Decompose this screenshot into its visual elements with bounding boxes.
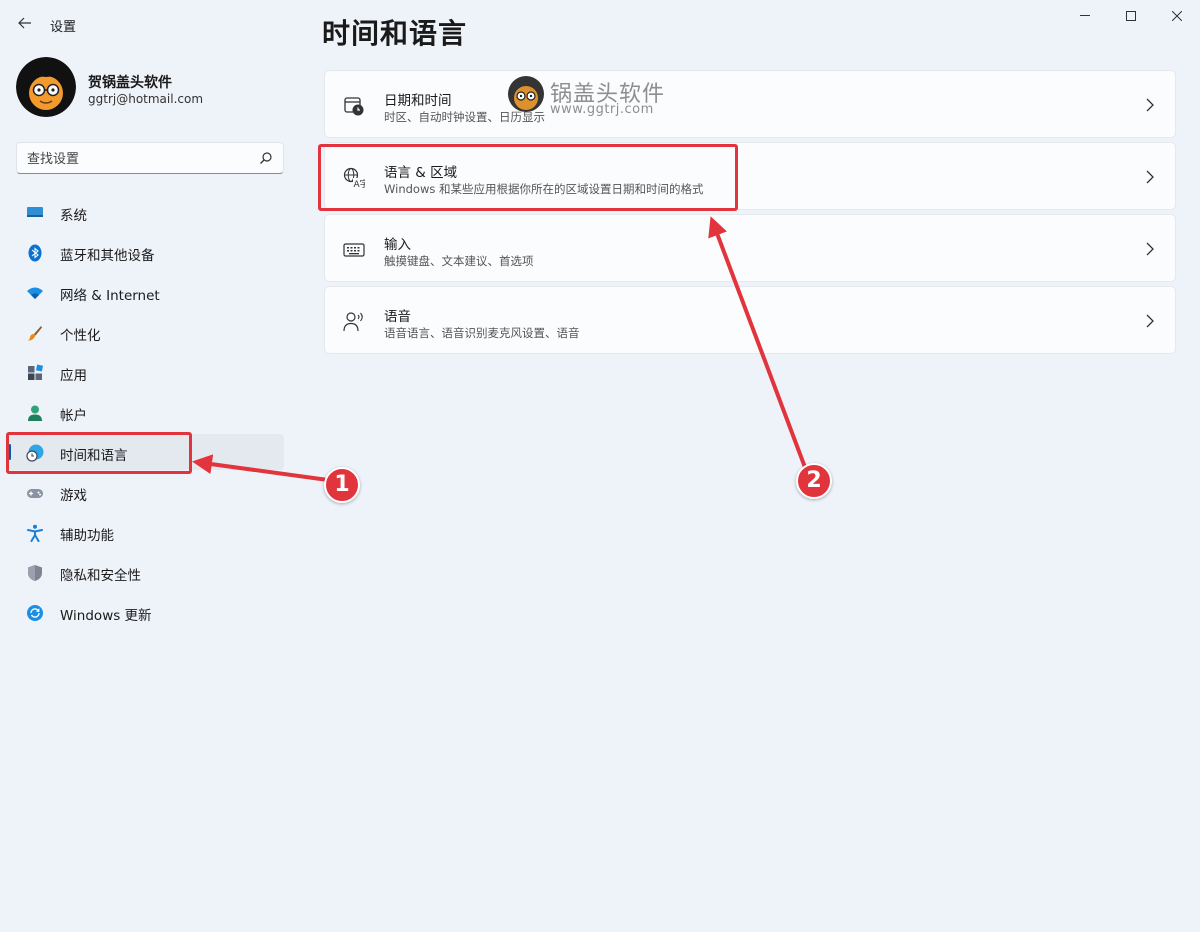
sidebar-item-personalization[interactable]: 个性化 bbox=[8, 314, 284, 350]
card-title: 语音 bbox=[384, 309, 411, 325]
search-box[interactable] bbox=[16, 142, 284, 174]
chevron-right-icon bbox=[1146, 98, 1154, 112]
chevron-right-icon bbox=[1146, 170, 1154, 184]
back-button[interactable] bbox=[12, 10, 38, 36]
sidebar-item-label: Windows 更新 bbox=[60, 608, 152, 624]
sidebar-item-privacy[interactable]: 隐私和安全性 bbox=[8, 554, 284, 590]
avatar-cartoon-image bbox=[16, 57, 76, 117]
chevron-right-icon bbox=[1146, 314, 1154, 328]
person-icon bbox=[28, 405, 42, 421]
search-input[interactable] bbox=[27, 149, 247, 169]
card-date-time[interactable]: 日期和时间 时区、自动时钟设置、日历显示 bbox=[324, 70, 1176, 138]
title-bar: 设置 bbox=[0, 0, 1200, 48]
card-speech[interactable]: 语音 语音语言、语音识别麦克风设置、语音 bbox=[324, 286, 1176, 354]
sidebar-item-label: 辅助功能 bbox=[60, 528, 114, 544]
app-title: 设置 bbox=[50, 20, 77, 35]
profile-email: ggtrj@hotmail.com bbox=[88, 92, 204, 106]
minimize-button[interactable] bbox=[1062, 0, 1108, 32]
sidebar-item-gaming[interactable]: 游戏 bbox=[8, 474, 284, 510]
sidebar-item-bluetooth[interactable]: 蓝牙和其他设备 bbox=[8, 234, 284, 270]
gamepad-icon bbox=[27, 489, 43, 498]
sidebar-item-system[interactable]: 系统 bbox=[8, 194, 284, 230]
sidebar-item-label: 个性化 bbox=[60, 328, 101, 344]
sidebar-item-label: 游戏 bbox=[60, 488, 87, 504]
speech-icon bbox=[343, 312, 363, 332]
sidebar-nav: 系统 蓝牙和其他设备 网络 & Internet 个性化 应用 帐户 时间和语言… bbox=[8, 194, 284, 634]
monitor-icon bbox=[27, 207, 43, 217]
maximize-icon bbox=[1126, 11, 1136, 21]
arrow-left-icon bbox=[18, 17, 31, 29]
sidebar-item-label: 帐户 bbox=[60, 408, 87, 424]
brush-icon bbox=[28, 326, 42, 341]
close-button[interactable] bbox=[1154, 0, 1200, 32]
sidebar-item-label: 应用 bbox=[60, 368, 87, 384]
search-icon[interactable] bbox=[259, 151, 273, 165]
watermark: 锅盖头软件 www.ggtrj.com bbox=[506, 72, 676, 120]
close-icon bbox=[1172, 11, 1182, 21]
chevron-right-icon bbox=[1146, 242, 1154, 256]
sidebar-item-network[interactable]: 网络 & Internet bbox=[8, 274, 284, 310]
update-icon bbox=[27, 605, 43, 621]
avatar[interactable] bbox=[16, 57, 76, 117]
watermark-logo bbox=[508, 76, 544, 112]
sidebar-item-accessibility[interactable]: 辅助功能 bbox=[8, 514, 284, 550]
card-description: 语音语言、语音识别麦克风设置、语音 bbox=[384, 326, 580, 340]
annotation-badge-1: 1 bbox=[324, 467, 360, 503]
minimize-icon bbox=[1080, 15, 1090, 16]
page-title: 时间和语言 bbox=[322, 17, 468, 50]
calendar-clock-icon bbox=[344, 97, 364, 116]
wifi-icon bbox=[27, 287, 43, 299]
profile-name: 贺锅盖头软件 bbox=[88, 75, 172, 91]
highlight-box-sidebar bbox=[6, 432, 192, 474]
accessibility-icon bbox=[27, 524, 43, 542]
keyboard-icon bbox=[343, 243, 365, 257]
shield-icon bbox=[28, 565, 42, 581]
card-description: 触摸键盘、文本建议、首选项 bbox=[384, 254, 534, 268]
sidebar-item-accounts[interactable]: 帐户 bbox=[8, 394, 284, 430]
card-title: 输入 bbox=[384, 237, 411, 253]
sidebar-item-windows-update[interactable]: Windows 更新 bbox=[8, 594, 284, 630]
watermark-url: www.ggtrj.com bbox=[550, 102, 654, 117]
sidebar-item-label: 隐私和安全性 bbox=[60, 568, 141, 584]
bluetooth-icon bbox=[28, 244, 42, 262]
apps-icon bbox=[28, 364, 44, 380]
sidebar-item-label: 网络 & Internet bbox=[60, 288, 160, 304]
annotation-badge-2: 2 bbox=[796, 463, 832, 499]
maximize-button[interactable] bbox=[1108, 0, 1154, 32]
sidebar-item-apps[interactable]: 应用 bbox=[8, 354, 284, 390]
sidebar-item-label: 系统 bbox=[60, 208, 87, 224]
card-input[interactable]: 输入 触摸键盘、文本建议、首选项 bbox=[324, 214, 1176, 282]
card-title: 日期和时间 bbox=[384, 93, 452, 109]
sidebar-item-label: 蓝牙和其他设备 bbox=[60, 248, 155, 264]
highlight-box-language-card bbox=[318, 144, 738, 211]
